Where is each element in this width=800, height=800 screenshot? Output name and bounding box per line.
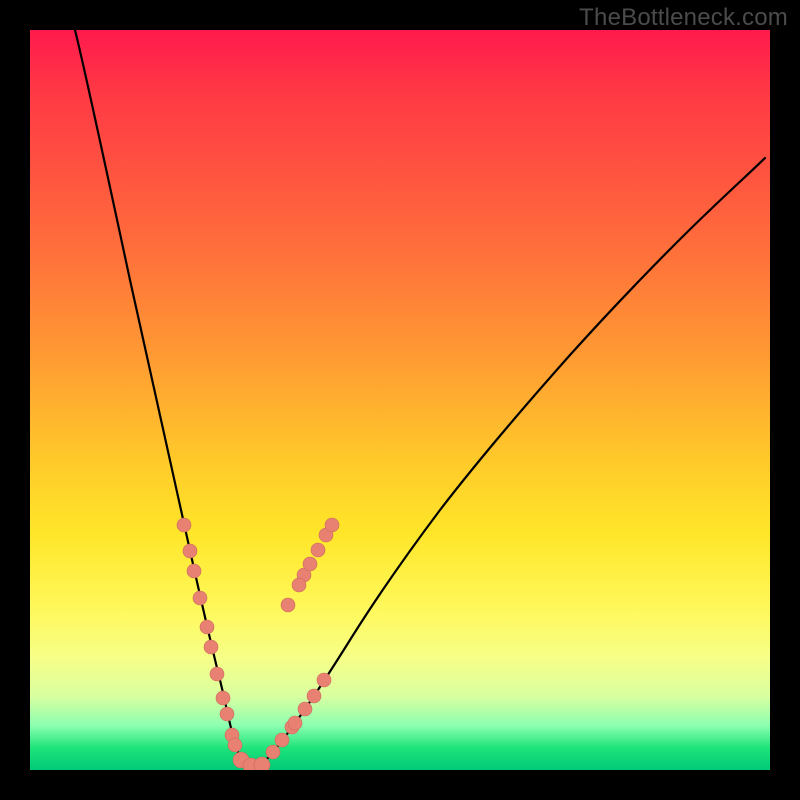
bead-marker xyxy=(204,640,218,654)
bead-marker xyxy=(303,557,317,571)
bead-marker xyxy=(281,598,295,612)
bead-marker xyxy=(200,620,214,634)
bead-marker xyxy=(288,716,302,730)
bead-marker xyxy=(210,667,224,681)
bead-marker xyxy=(325,518,339,532)
bead-marker xyxy=(183,544,197,558)
bead-marker xyxy=(254,757,270,770)
bead-marker xyxy=(193,591,207,605)
curve-svg xyxy=(30,30,770,770)
bead-marker xyxy=(317,673,331,687)
bottleneck-curve xyxy=(75,30,765,766)
bead-marker xyxy=(298,702,312,716)
bead-marker xyxy=(187,564,201,578)
bead-marker xyxy=(177,518,191,532)
bead-marker xyxy=(266,745,280,759)
plot-area xyxy=(30,30,770,770)
bead-cluster xyxy=(177,518,339,770)
bead-marker xyxy=(275,733,289,747)
bead-marker xyxy=(220,707,234,721)
bead-marker xyxy=(307,689,321,703)
outer-frame: TheBottleneck.com xyxy=(0,0,800,800)
bead-marker xyxy=(311,543,325,557)
bead-marker xyxy=(292,578,306,592)
bead-marker xyxy=(228,738,242,752)
bead-marker xyxy=(216,691,230,705)
watermark-text: TheBottleneck.com xyxy=(579,4,788,32)
